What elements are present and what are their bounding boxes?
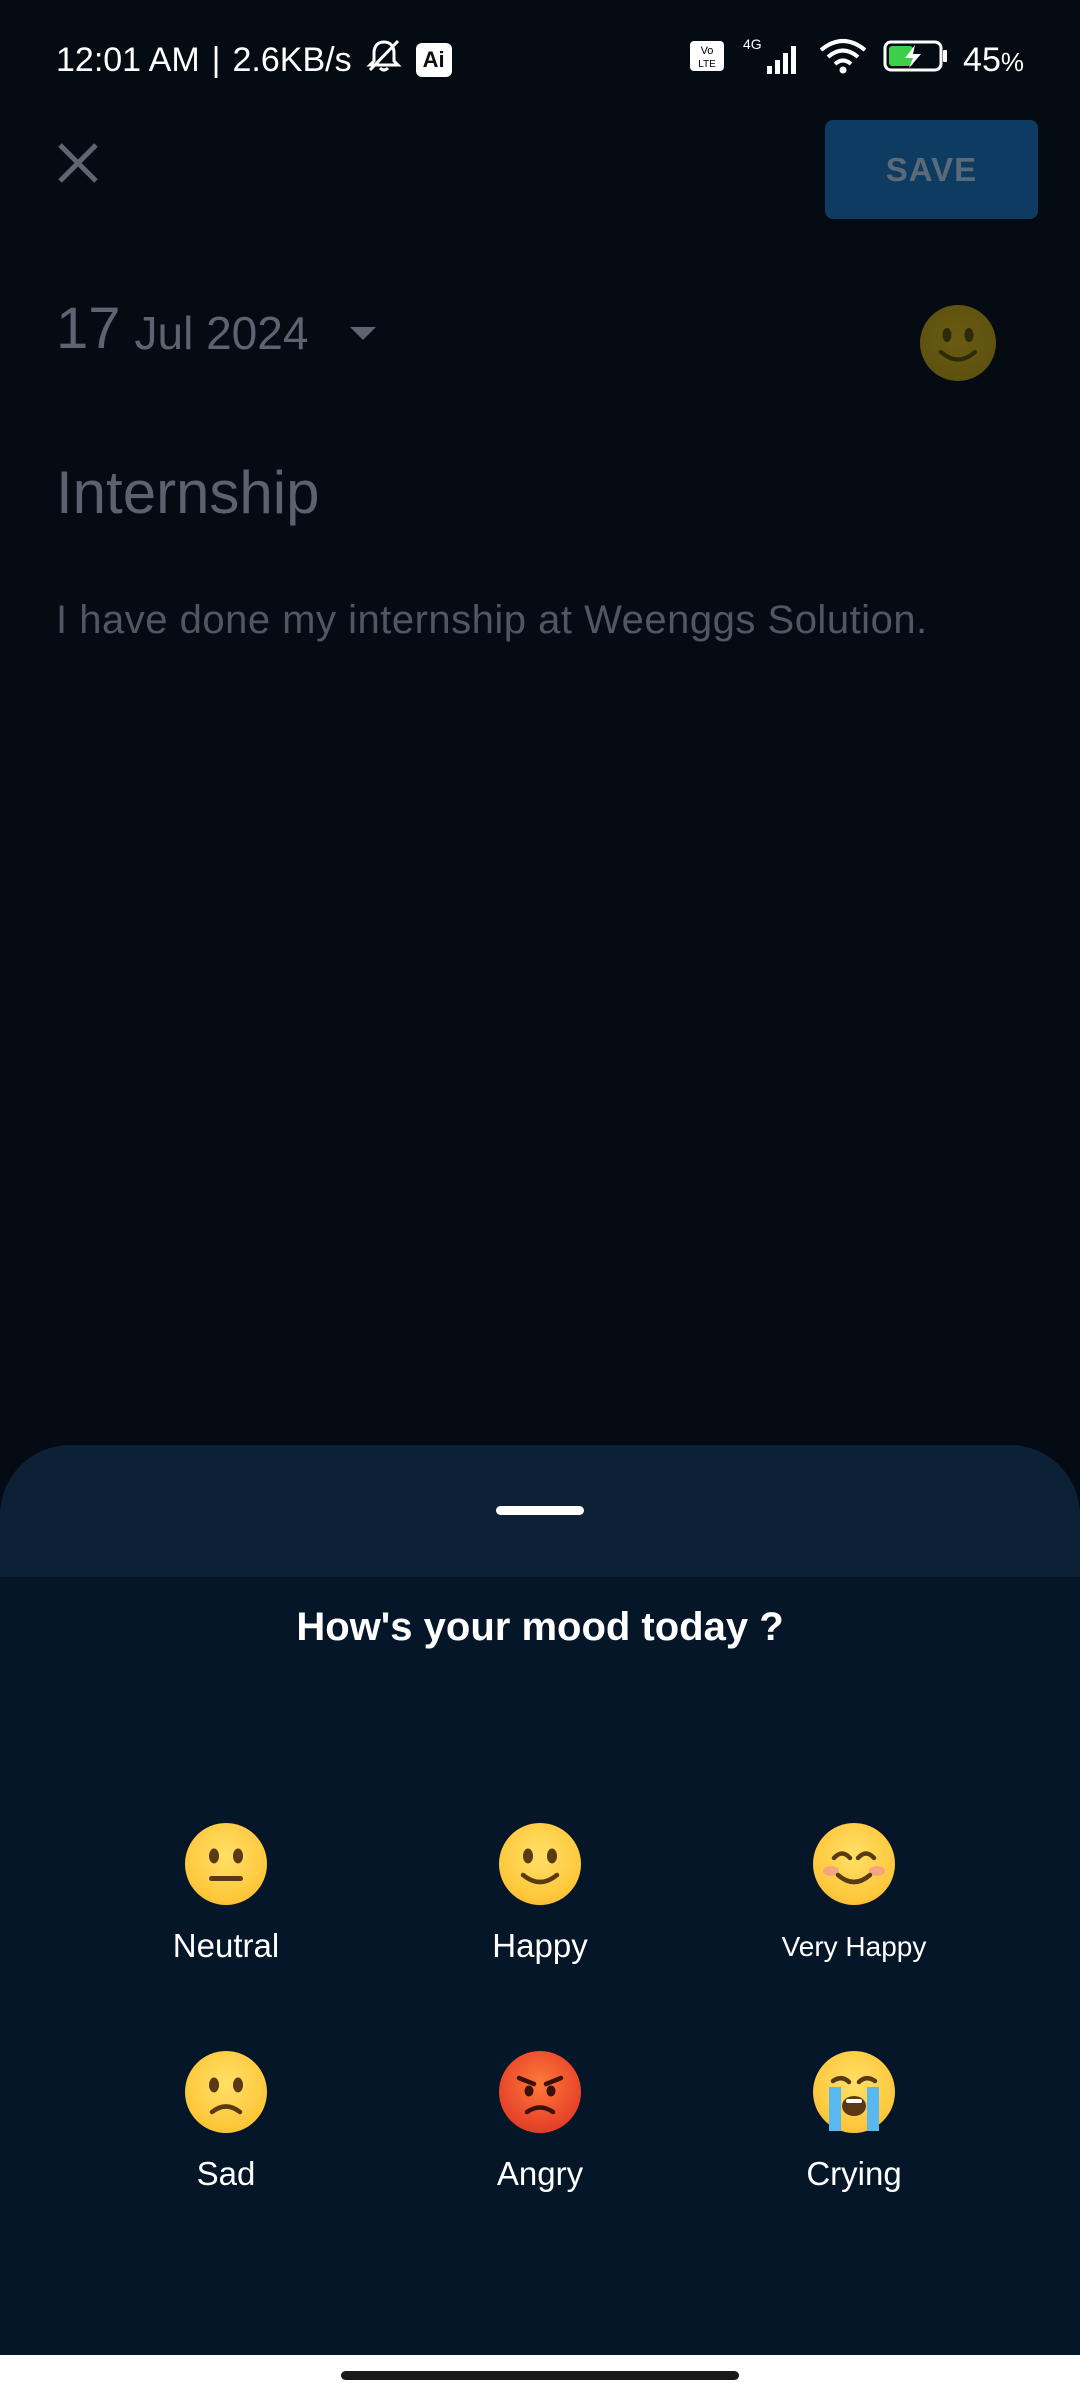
mood-label: Angry — [496, 2155, 584, 2192]
mood-label: Happy — [492, 1927, 588, 1964]
status-left: 12:01 AM | 2.6KB/s Ai — [56, 38, 452, 83]
mood-label: Very Happy — [781, 1931, 927, 1962]
mood-option-angry[interactable]: Angry — [383, 2051, 697, 2193]
mood-option-very-happy[interactable]: Very Happy — [697, 1823, 1011, 1965]
smiling-face-icon — [813, 1823, 895, 1905]
mood-option-happy[interactable]: Happy — [383, 1823, 697, 1965]
angry-face-icon — [499, 2051, 581, 2133]
status-separator: | — [211, 40, 221, 79]
neutral-face-icon — [185, 1823, 267, 1905]
chevron-down-icon[interactable] — [348, 325, 378, 358]
status-bar: 12:01 AM | 2.6KB/s Ai Vo LTE 4G 45% — [0, 0, 1080, 120]
drag-handle[interactable] — [496, 1506, 584, 1515]
date-month-year: Jul 2024 — [134, 307, 309, 359]
mood-label: Neutral — [172, 1927, 280, 1964]
mood-label: Crying — [806, 2155, 902, 2192]
status-net-speed: 2.6KB/s — [232, 40, 352, 79]
network-label: 4G — [743, 36, 762, 52]
date-day: 17 — [56, 296, 121, 361]
current-mood-icon[interactable] — [920, 305, 996, 381]
battery-percent: 45% — [963, 41, 1024, 80]
battery-value: 45 — [963, 40, 1001, 79]
slightly-smiling-face-icon — [499, 1823, 581, 1905]
mood-option-neutral[interactable]: Neutral — [69, 1823, 383, 1965]
wifi-icon — [817, 36, 869, 85]
mood-option-crying[interactable]: Crying — [697, 2051, 1011, 2193]
entry-title[interactable]: Internship — [56, 458, 320, 527]
crying-face-icon — [813, 2051, 895, 2133]
close-icon — [56, 141, 100, 190]
date-selector[interactable]: 17 Jul 2024 — [56, 300, 378, 358]
sad-face-icon — [185, 2051, 267, 2133]
volte-icon: Vo LTE — [689, 40, 725, 81]
svg-text:LTE: LTE — [698, 59, 716, 70]
svg-text:Vo: Vo — [701, 45, 714, 57]
home-indicator[interactable] — [341, 2371, 739, 2380]
ai-badge-icon: Ai — [415, 43, 452, 77]
battery-charging-icon — [883, 39, 949, 82]
entry-body[interactable]: I have done my internship at Weenggs Sol… — [56, 598, 928, 643]
mood-option-sad[interactable]: Sad — [69, 2051, 383, 2193]
mood-label: Sad — [196, 2155, 256, 2192]
cell-signal-icon: 4G — [739, 36, 803, 85]
status-time: 12:01 AM — [56, 40, 200, 79]
status-right: Vo LTE 4G 45% — [689, 36, 1024, 85]
close-button[interactable] — [48, 135, 108, 195]
sheet-header[interactable] — [0, 1445, 1080, 1577]
mute-bell-icon — [364, 38, 404, 83]
sheet-title: How's your mood today ? — [296, 1605, 784, 1649]
battery-unit: % — [1000, 46, 1024, 77]
mood-grid: Neutral Happy Very Happy Sad Angry Cryin… — [0, 1823, 1080, 2193]
mood-bottom-sheet: How's your mood today ? Neutral Happy Ve… — [0, 1445, 1080, 2355]
save-button[interactable]: SAVE — [825, 120, 1038, 219]
